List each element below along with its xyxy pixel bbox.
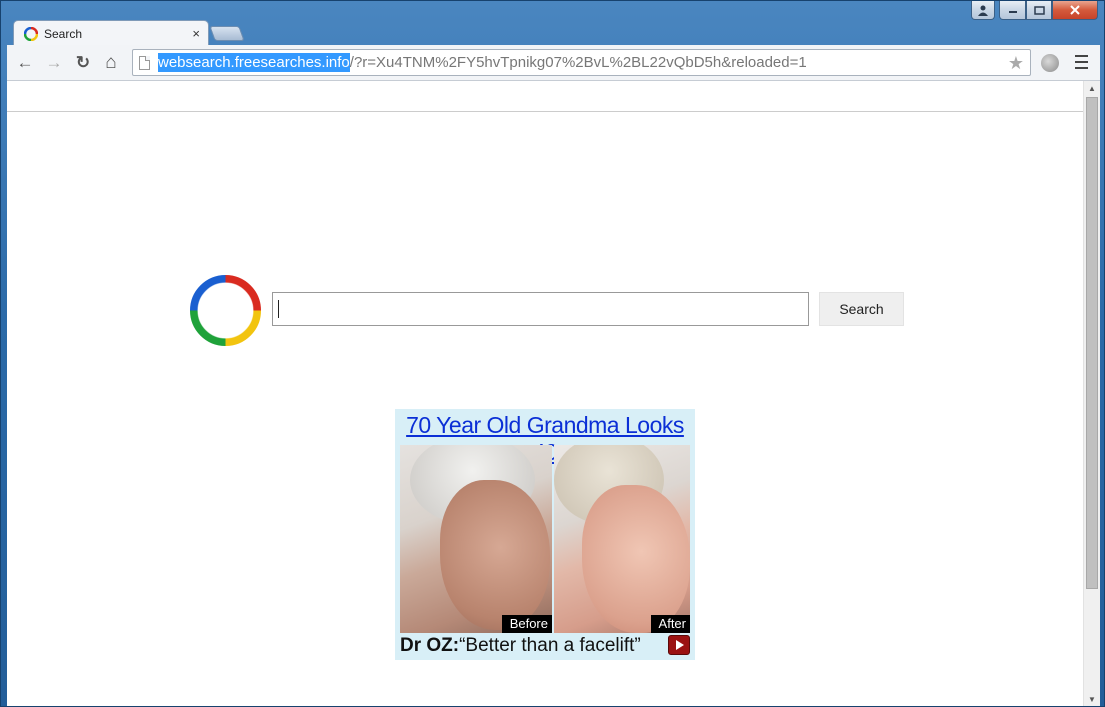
scroll-down-icon[interactable]: ▼ — [1084, 692, 1100, 706]
extension-globe-icon[interactable] — [1041, 54, 1059, 72]
search-button[interactable]: Search — [819, 292, 904, 326]
url-path: /?r=Xu4TNM%2FY5hvTpnikg07%2BvL%2BL22vQbD… — [349, 54, 807, 71]
close-icon[interactable] — [1052, 1, 1098, 20]
play-icon[interactable] — [668, 635, 690, 655]
ad-footer-bold: Dr OZ: — [400, 635, 460, 656]
address-bar[interactable]: websearch.freesearches.info /?r=Xu4TNM%2… — [132, 49, 1031, 76]
scroll-thumb[interactable] — [1086, 97, 1098, 589]
text-caret — [278, 300, 279, 318]
ad-footer-quote: “Better than a facelift” — [459, 635, 641, 656]
before-face — [440, 480, 550, 630]
user-icon[interactable] — [971, 1, 995, 20]
new-tab-button[interactable] — [209, 26, 245, 41]
page-icon — [139, 55, 150, 70]
tab-search[interactable]: Search × — [13, 20, 209, 46]
before-label: Before — [501, 615, 552, 633]
browser-window: Search × ← → ↻ ⌂ websearch.freesearches.… — [0, 0, 1105, 707]
tab-title: Search — [44, 26, 83, 41]
home-icon[interactable]: ⌂ — [101, 52, 121, 73]
reload-icon[interactable]: ↻ — [73, 53, 93, 73]
user-glyph — [978, 5, 988, 16]
advertisement-banner[interactable]: 70 Year Old Grandma Looks 40 Before Afte… — [395, 409, 695, 660]
after-face — [582, 485, 690, 633]
ad-before-photo[interactable]: Before — [400, 445, 552, 633]
bookmark-star-icon[interactable]: ★ — [1008, 53, 1024, 74]
vertical-scrollbar[interactable]: ▲ ▼ — [1083, 81, 1100, 706]
after-label: After — [650, 615, 690, 633]
page-viewport: Search 70 Year Old Grandma Looks 40 Befo… — [7, 81, 1083, 706]
tab-close-icon[interactable]: × — [192, 26, 200, 41]
ad-footer: Dr OZ:“Better than a facelift” — [400, 635, 641, 657]
window-controls — [971, 1, 1098, 22]
window-button-group — [999, 1, 1098, 22]
ad-after-photo[interactable]: After — [554, 445, 690, 633]
search-input[interactable] — [272, 292, 809, 326]
tab-favicon-icon — [24, 26, 38, 41]
browser-toolbar: ← → ↻ ⌂ websearch.freesearches.info /?r=… — [7, 45, 1100, 81]
menu-icon[interactable] — [1075, 55, 1088, 69]
minimize-icon[interactable] — [999, 1, 1026, 20]
url-host: websearch.freesearches.info — [158, 53, 350, 72]
back-icon[interactable]: ← — [15, 53, 35, 73]
scroll-up-icon[interactable]: ▲ — [1084, 81, 1100, 95]
site-logo-icon — [190, 275, 261, 346]
maximize-icon[interactable] — [1026, 1, 1052, 20]
forward-icon[interactable]: → — [44, 53, 64, 73]
header-divider — [7, 111, 1083, 112]
